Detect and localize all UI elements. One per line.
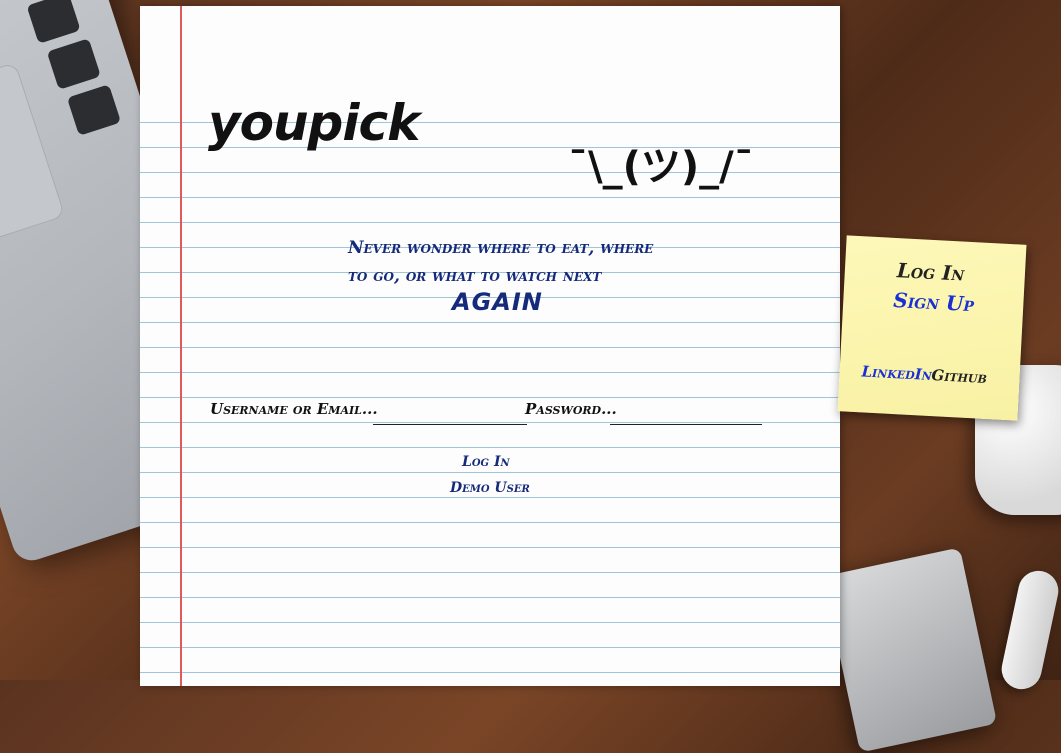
password-input[interactable] xyxy=(610,400,762,425)
tablet-background-image xyxy=(822,547,998,753)
margin-line xyxy=(180,6,182,686)
login-form: Username or Email... Password... xyxy=(210,400,770,426)
username-label: Username or Email... xyxy=(210,400,378,418)
keyboard-key-image xyxy=(46,38,101,90)
linkedin-link[interactable]: LinkedIn xyxy=(861,362,932,384)
sticky-note: Log In Sign Up LinkedIn Github xyxy=(837,235,1027,421)
airpod-background-image xyxy=(997,567,1061,693)
tagline: Never wonder where to eat, where to go, … xyxy=(348,234,678,290)
tagline-line-1: Never wonder where to eat, where xyxy=(348,238,654,258)
github-link[interactable]: Github xyxy=(931,366,987,387)
tagline-emphasis: AGAIN xyxy=(452,288,543,316)
keyboard-key-image xyxy=(26,0,81,44)
tagline-line-2: to go, or what to watch next xyxy=(348,266,602,286)
keyboard-key-image xyxy=(66,84,122,136)
login-button[interactable]: Log In xyxy=(462,454,510,470)
trackpad-image xyxy=(0,62,66,254)
shrug-emoticon: ¯\_(ツ)_/¯ xyxy=(568,144,754,190)
username-input[interactable] xyxy=(373,400,527,425)
password-label: Password... xyxy=(525,400,617,418)
site-logo: youpick xyxy=(208,94,420,152)
sticky-login-button[interactable]: Log In xyxy=(896,258,965,285)
demo-user-button[interactable]: Demo User xyxy=(450,480,530,496)
notebook-paper: youpick ¯\_(ツ)_/¯ Never wonder where to … xyxy=(140,6,840,686)
sticky-signup-button[interactable]: Sign Up xyxy=(893,288,975,316)
paper-header-area xyxy=(140,6,840,98)
